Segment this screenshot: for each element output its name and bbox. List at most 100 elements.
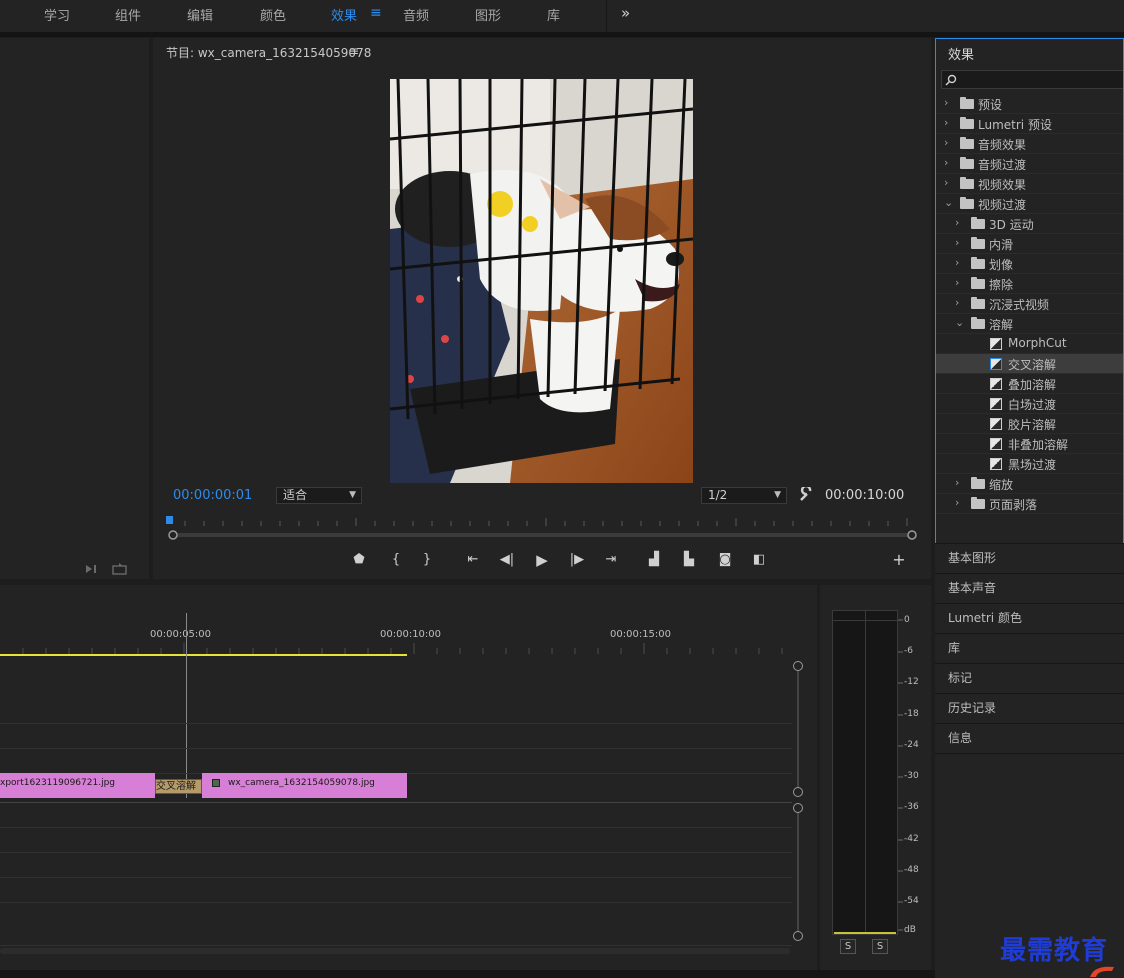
effects-tree-item[interactable]: 黑场过渡 — [936, 454, 1123, 474]
chevron-right-icon[interactable]: › — [944, 116, 948, 129]
effects-tree-item[interactable]: › 内滑 — [936, 234, 1123, 254]
playhead-line[interactable] — [186, 613, 187, 798]
watermark-swoosh-icon — [1090, 966, 1114, 977]
timeline-horizontal-scrollbar[interactable] — [0, 948, 790, 954]
panel-essential-graphics[interactable]: 基本图形 — [935, 543, 1124, 573]
effects-tree-item[interactable]: 白场过渡 — [936, 394, 1123, 414]
effects-tree-item[interactable]: 叠加溶解 — [936, 374, 1123, 394]
effects-tree-label: 白场过渡 — [1008, 398, 1057, 412]
play-icon[interactable]: ▶ — [533, 552, 551, 568]
chevron-right-icon[interactable]: › — [944, 156, 948, 169]
clip-wx-camera[interactable]: wx_camera_1632154059078.jpg — [202, 773, 407, 798]
chevron-right-icon[interactable]: › — [955, 236, 959, 249]
scroll-handle-top[interactable] — [793, 661, 803, 671]
effects-tree-label: 音频效果 — [978, 138, 1027, 152]
cross-dissolve-transition[interactable]: 交叉溶解 — [155, 779, 202, 794]
effects-search-input[interactable] — [941, 70, 1123, 89]
tab-editing[interactable]: 编辑 — [187, 5, 213, 24]
tab-assembly[interactable]: 组件 — [115, 5, 141, 24]
scroll-handle-bottom[interactable] — [793, 787, 803, 797]
transition-icon — [990, 438, 1002, 450]
tab-audio[interactable]: 音频 — [403, 5, 429, 24]
tab-color[interactable]: 颜色 — [260, 5, 286, 24]
go-to-in-icon[interactable]: ⇤ — [464, 552, 482, 568]
effects-tree-item[interactable]: › 3D 运动 — [936, 214, 1123, 234]
tab-libraries[interactable]: 库 — [547, 5, 560, 24]
transition-icon — [990, 398, 1002, 410]
mark-out-icon[interactable]: } — [418, 552, 436, 568]
tab-effects[interactable]: 效果 — [331, 5, 357, 24]
panel-markers[interactable]: 标记 — [935, 663, 1124, 693]
chevron-down-icon[interactable]: ⌄ — [944, 196, 953, 209]
effects-tree-item[interactable]: › 沉浸式视频 — [936, 294, 1123, 314]
effects-tree-item[interactable]: ⌄ 溶解 — [936, 314, 1123, 334]
chevron-right-icon[interactable]: › — [955, 256, 959, 269]
step-forward-icon[interactable]: |▶ — [568, 552, 586, 568]
video-track-scrollbar[interactable] — [797, 666, 799, 792]
timeline-ruler[interactable] — [0, 640, 800, 658]
meter-peak-line — [833, 620, 897, 621]
effects-tree-item[interactable]: › 音频效果 — [936, 134, 1123, 154]
panel-history[interactable]: 历史记录 — [935, 693, 1124, 723]
insert-icon[interactable] — [84, 563, 100, 575]
panel-essential-sound[interactable]: 基本声音 — [935, 573, 1124, 603]
effects-tree-item[interactable]: › 缩放 — [936, 474, 1123, 494]
export-frame-icon[interactable] — [112, 562, 128, 575]
effects-tree-item[interactable]: 非叠加溶解 — [936, 434, 1123, 454]
menu-icon[interactable]: ≡ — [370, 5, 382, 21]
audio-track-scrollbar[interactable] — [797, 809, 799, 937]
panel-lumetri-color[interactable]: Lumetri 颜色 — [935, 603, 1124, 633]
plus-icon[interactable]: + — [890, 552, 908, 568]
compare-icon[interactable]: ◧ — [750, 552, 768, 568]
playhead-timecode[interactable]: 00:00:00:01 — [173, 488, 252, 503]
db-label: -6 — [904, 646, 913, 656]
effects-tree-item[interactable]: › 音频过渡 — [936, 154, 1123, 174]
monitor-time-ruler[interactable] — [165, 514, 917, 544]
wrench-icon[interactable] — [798, 487, 814, 503]
effects-tree-item[interactable]: › Lumetri 预设 — [936, 114, 1123, 134]
add-marker-icon[interactable]: ⬟ — [350, 552, 368, 568]
effects-tree-item[interactable]: › 页面剥落 — [936, 494, 1123, 514]
tab-learn[interactable]: 学习 — [44, 5, 70, 24]
chevron-right-icon[interactable]: › — [955, 496, 959, 509]
camera-icon[interactable]: ◙ — [716, 552, 734, 568]
effects-tree-item[interactable]: MorphCut — [936, 334, 1123, 354]
scroll-handle-bottom[interactable] — [793, 931, 803, 941]
track-divider — [0, 902, 792, 903]
solo-left-button[interactable]: S — [840, 939, 856, 954]
clip-xport[interactable]: xport1623119096721.jpg — [0, 773, 155, 798]
panel-menu-icon[interactable]: ≡ — [349, 44, 359, 58]
effects-tree-item[interactable]: 交叉溶解 — [936, 354, 1123, 374]
overflow-chevron-icon[interactable]: » — [621, 4, 630, 22]
resolution-dropdown[interactable]: 1/2 ▼ — [701, 487, 787, 504]
scroll-handle-top[interactable] — [793, 803, 803, 813]
step-back-icon[interactable]: ◀| — [498, 552, 516, 568]
effects-tree-item[interactable]: › 视频效果 — [936, 174, 1123, 194]
chevron-right-icon[interactable]: › — [955, 476, 959, 489]
folder-icon — [971, 257, 985, 269]
panel-libraries[interactable]: 库 — [935, 633, 1124, 663]
fit-dropdown[interactable]: 适合 ▼ — [276, 487, 362, 504]
effects-tree-item[interactable]: 胶片溶解 — [936, 414, 1123, 434]
db-label: -36 — [904, 802, 919, 812]
extract-icon[interactable]: ▙ — [680, 552, 698, 568]
panel-info[interactable]: 信息 — [935, 723, 1124, 753]
chevron-right-icon[interactable]: › — [955, 216, 959, 229]
effects-tree-item[interactable]: › 预设 — [936, 94, 1123, 114]
lift-icon[interactable]: ▟ — [645, 552, 663, 568]
folder-icon — [971, 277, 985, 289]
effects-tree-item[interactable]: › 擦除 — [936, 274, 1123, 294]
solo-right-button[interactable]: S — [872, 939, 888, 954]
chevron-down-icon[interactable]: ⌄ — [955, 316, 964, 329]
folder-star-icon — [960, 97, 974, 109]
effects-tree-item[interactable]: › 划像 — [936, 254, 1123, 274]
chevron-right-icon[interactable]: › — [944, 176, 948, 189]
chevron-right-icon[interactable]: › — [955, 296, 959, 309]
chevron-right-icon[interactable]: › — [944, 96, 948, 109]
effects-tree-item[interactable]: ⌄ 视频过渡 — [936, 194, 1123, 214]
mark-in-icon[interactable]: { — [387, 552, 405, 568]
chevron-right-icon[interactable]: › — [944, 136, 948, 149]
go-to-out-icon[interactable]: ⇥ — [602, 552, 620, 568]
tab-graphics[interactable]: 图形 — [475, 5, 501, 24]
chevron-right-icon[interactable]: › — [955, 276, 959, 289]
